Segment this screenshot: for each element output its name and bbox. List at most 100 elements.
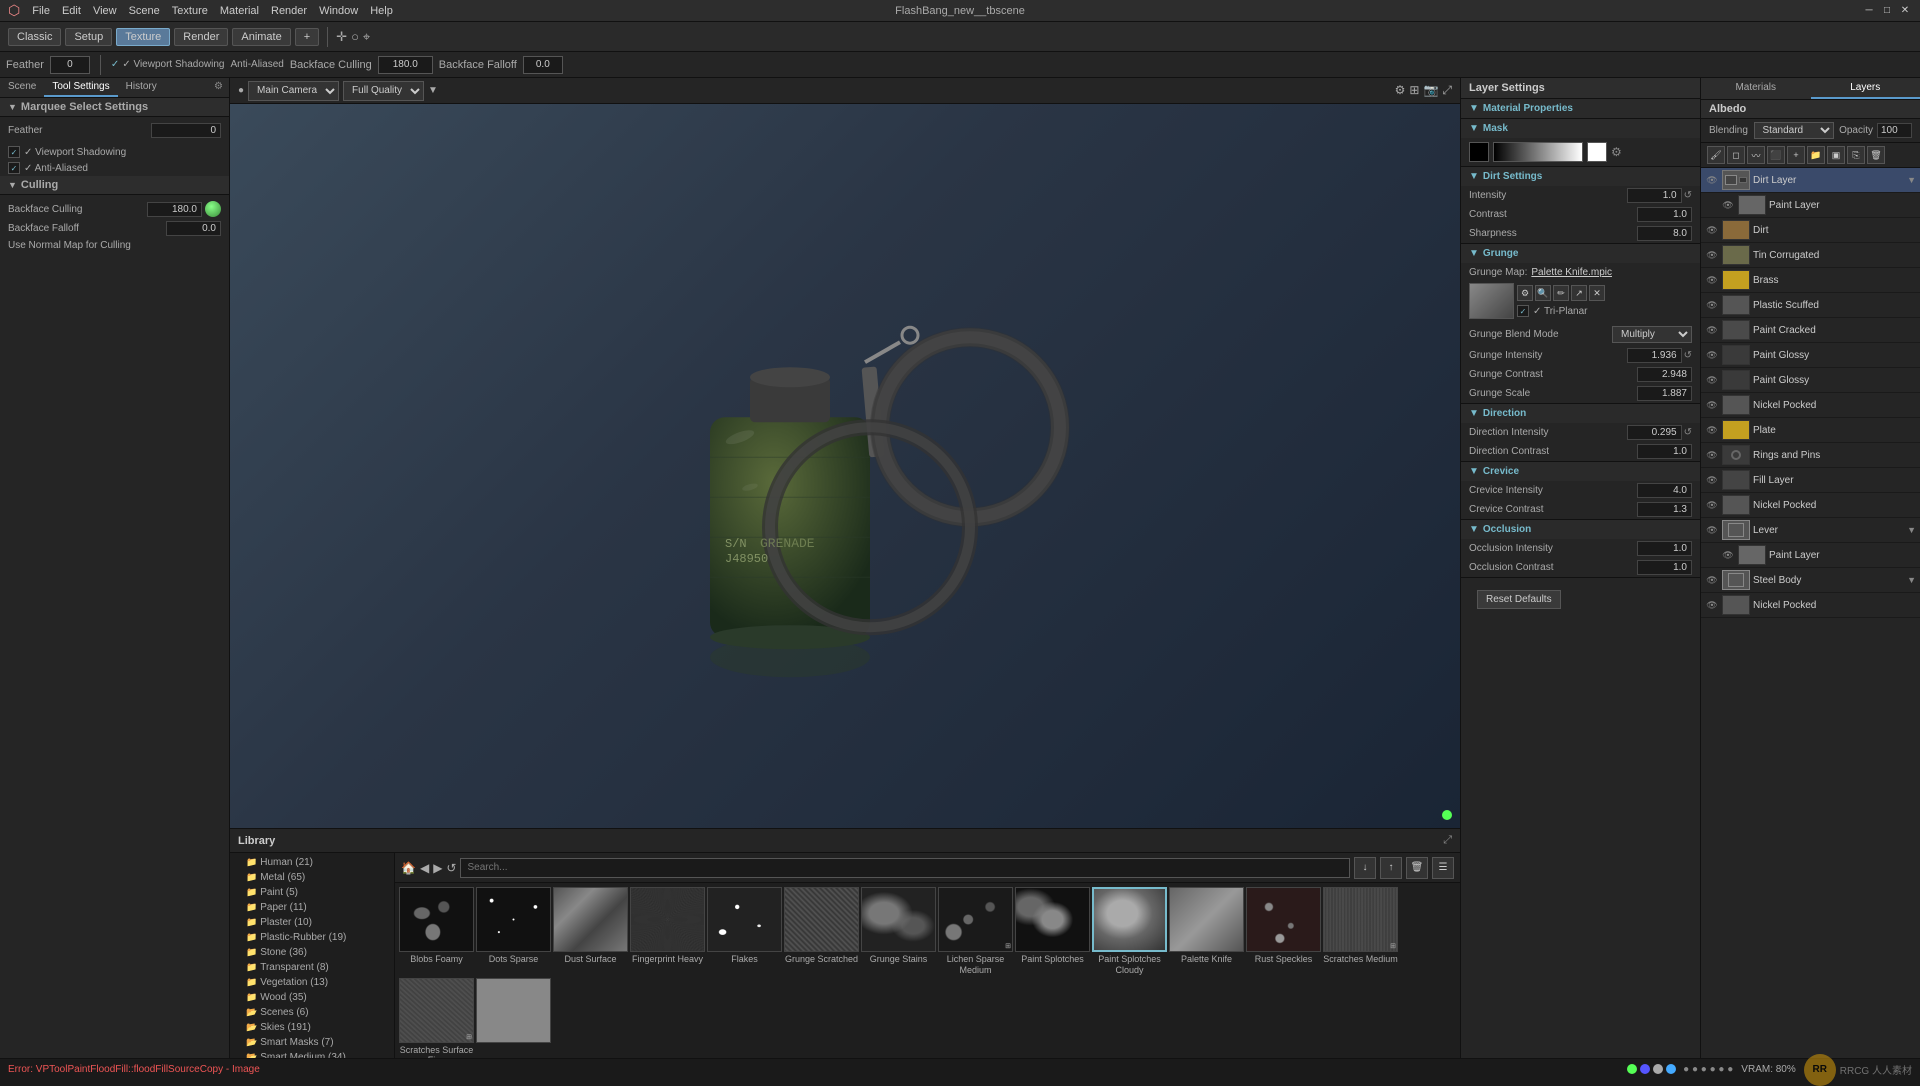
menu-help[interactable]: Help [370,5,393,17]
viewport-shadowing-cb[interactable]: ✓ [8,146,20,158]
visibility-icon[interactable]: 👁 [1705,423,1719,437]
triplanar-cb[interactable]: ✓ [1517,305,1529,317]
cursor-icon[interactable]: ✛ [336,29,347,45]
anti-aliased-cb[interactable]: ✓ [8,162,20,174]
tree-item-metal[interactable]: 📁 Metal (65) [230,870,394,885]
layer-row[interactable]: 👁 Paint Layer [1701,193,1920,218]
lasso-icon[interactable]: ⌖ [363,29,370,45]
delete-icon[interactable]: 🗑 [1406,857,1428,879]
mask-settings-icon[interactable]: ⚙ [1611,145,1622,159]
tree-item-scenes[interactable]: 📂 Scenes (6) [230,1005,394,1020]
menu-scene[interactable]: Scene [129,5,160,17]
tree-item-human[interactable]: 📁 Human (21) [230,855,394,870]
tree-item-vegetation[interactable]: 📁 Vegetation (13) [230,975,394,990]
layer-row[interactable]: 👁 Dirt [1701,218,1920,243]
list-item[interactable]: Blobs Foamy [399,887,474,976]
visibility-icon[interactable]: 👁 [1705,248,1719,262]
culling-header[interactable]: ▼ Culling [0,176,229,195]
refresh-icon[interactable]: ↺ [446,861,456,875]
visibility-icon[interactable]: 👁 [1721,198,1735,212]
list-item[interactable]: Fingerprint Heavy [630,887,705,976]
forward-icon[interactable]: ▶ [433,861,442,875]
maximize-button[interactable]: □ [1880,4,1894,18]
visibility-icon[interactable]: 👁 [1705,448,1719,462]
grunge-map-preview[interactable] [1469,283,1514,319]
history-tab[interactable]: History [118,78,165,97]
home-icon[interactable]: 🏠 [401,861,416,875]
color-indicator[interactable] [205,201,221,217]
visibility-icon[interactable]: 👁 [1705,323,1719,337]
visibility-icon[interactable]: 👁 [1705,473,1719,487]
mask-header[interactable]: ▼ Mask [1461,119,1700,138]
mask-icon[interactable]: ▣ [1827,146,1845,164]
backface-culling-input[interactable] [147,202,202,217]
reset-icon[interactable]: ↺ [1684,350,1692,361]
layer-row[interactable]: 👁 Tin Corrugated [1701,243,1920,268]
grunge-contrast-input[interactable] [1637,367,1692,382]
contrast-input[interactable] [1637,207,1692,222]
clone-icon[interactable]: ⎘ [1847,146,1865,164]
list-item[interactable]: Paint Splotches Cloudy [1092,887,1167,976]
render-button[interactable]: Render [174,28,228,46]
fill-icon[interactable]: ⬛ [1767,146,1785,164]
backface-culling-input[interactable] [378,56,433,74]
eraser-icon[interactable]: ◻ [1727,146,1745,164]
layer-row[interactable]: 👁 Plate [1701,418,1920,443]
grunge-pencil-icon[interactable]: ✏ [1553,285,1569,301]
menu-render[interactable]: Render [271,5,307,17]
layer-row[interactable]: 👁 Fill Layer [1701,468,1920,493]
menu-file[interactable]: File [32,5,50,17]
layer-row[interactable]: 👁 Nickel Pocked [1701,393,1920,418]
layer-row[interactable]: 👁 Plastic Scuffed [1701,293,1920,318]
layer-row[interactable]: 👁 Steel Body ▼ [1701,568,1920,593]
expand-icon[interactable]: ⤢ [1443,834,1452,847]
list-item[interactable]: Rust Speckles [1246,887,1321,976]
grunge-header[interactable]: ▼ Grunge [1461,244,1700,263]
mask-white-swatch[interactable] [1587,142,1607,162]
list-item[interactable]: Paint Splotches [1015,887,1090,976]
add-layer-icon[interactable]: + [1787,146,1805,164]
material-properties-header[interactable]: ▼ Material Properties [1461,99,1700,118]
layer-row[interactable]: 👁 Lever ▼ [1701,518,1920,543]
tree-item-paint[interactable]: 📁 Paint (5) [230,885,394,900]
list-item[interactable]: Palette Knife [1169,887,1244,976]
reset-icon[interactable]: ↺ [1684,190,1692,201]
grunge-map-name[interactable]: Palette Knife.mpic [1531,267,1612,278]
triplanar-row[interactable]: ✓ ✓ Tri-Planar [1517,305,1605,317]
crevice-header[interactable]: ▼ Crevice [1461,462,1700,481]
tool-settings-tab[interactable]: Tool Settings [44,78,117,97]
minimize-button[interactable]: ─ [1862,4,1876,18]
visibility-icon[interactable]: 👁 [1705,598,1719,612]
visibility-icon[interactable]: 👁 [1705,398,1719,412]
visibility-icon[interactable]: 👁 [1705,298,1719,312]
grunge-x-icon[interactable]: ✕ [1589,285,1605,301]
close-button[interactable]: ✕ [1898,4,1912,18]
direction-header[interactable]: ▼ Direction [1461,404,1700,423]
back-icon[interactable]: ◀ [420,861,429,875]
list-item[interactable]: Grunge Stains [861,887,936,976]
tree-item-skies[interactable]: 📂 Skies (191) [230,1020,394,1035]
backface-falloff-input[interactable] [523,56,563,74]
reset-icon[interactable]: ↺ [1684,427,1692,438]
occ-contrast-input[interactable] [1637,560,1692,575]
tree-item-paper[interactable]: 📁 Paper (11) [230,900,394,915]
grunge-intensity-input[interactable] [1627,348,1682,363]
delete-layer-icon[interactable]: 🗑 [1867,146,1885,164]
view-options-icon[interactable]: ☰ [1432,857,1454,879]
blending-select[interactable]: Standard [1754,122,1834,139]
texture-button[interactable]: Texture [116,28,170,46]
visibility-icon[interactable]: 👁 [1705,373,1719,387]
visibility-icon[interactable]: 👁 [1705,173,1719,187]
tree-item-plaster[interactable]: 📁 Plaster (10) [230,915,394,930]
viewport-settings-icon[interactable]: ⚙ [1395,83,1406,98]
layer-row[interactable]: 👁 Rings and Pins [1701,443,1920,468]
reset-defaults-button[interactable]: Reset Defaults [1477,590,1561,609]
list-item[interactable] [476,978,551,1058]
anti-aliased-check[interactable]: Anti-Aliased [230,59,283,70]
library-search-input[interactable] [460,858,1350,878]
list-item[interactable]: ⊞ Lichen Sparse Medium [938,887,1013,976]
layer-row[interactable]: 👁 Nickel Pocked [1701,593,1920,618]
list-item[interactable]: ⊞ Scratches Surface Fine [399,978,474,1058]
setup-button[interactable]: Setup [65,28,112,46]
intensity-input[interactable] [1627,188,1682,203]
